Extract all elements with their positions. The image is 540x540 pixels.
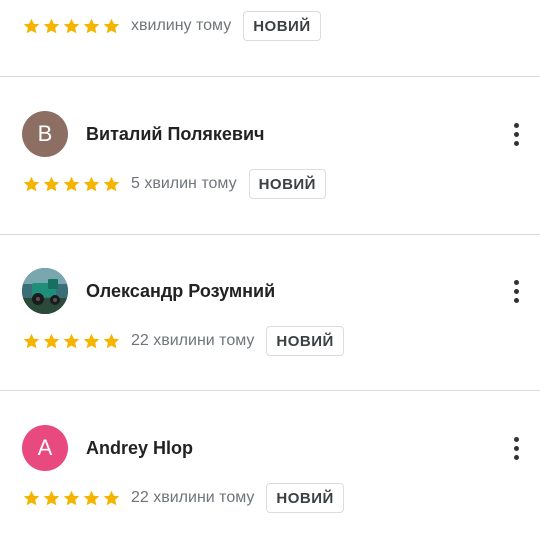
review-time: 22 хвилини тому [131,332,255,349]
divider [0,390,540,391]
star-icon [103,490,120,505]
review-time: хвилину тому [131,17,232,34]
review-author[interactable]: A Andrey Hlop [22,425,193,471]
star-icon [83,18,100,33]
star-icon [23,333,40,348]
more-vert-dot [513,454,519,460]
star-icon [43,176,60,191]
more-options-button[interactable] [508,119,524,149]
star-icon [103,333,120,348]
star-icon [23,18,40,33]
star-icon [83,176,100,191]
review-author[interactable]: Олександр Розумний [22,268,275,314]
reviews-list: хвилину тому НОВИЙ В Виталий Полякевич 5… [0,0,540,540]
star-icon [103,176,120,191]
star-icon [43,490,60,505]
star-icon [63,176,80,191]
avatar[interactable]: A [22,425,68,471]
star-icon [63,333,80,348]
star-icon [103,18,120,33]
avatar-letter: В [37,121,53,146]
star-icon [43,18,60,33]
more-vert-dot [513,297,519,303]
new-badge: НОВИЙ [266,326,344,356]
author-name[interactable]: Andrey Hlop [86,438,193,459]
new-badge: НОВИЙ [248,169,326,199]
avatar[interactable]: В [22,111,68,157]
more-vert-dot [513,445,519,451]
more-vert-dot [513,288,519,294]
new-badge: НОВИЙ [266,483,344,513]
new-badge: НОВИЙ [243,11,321,41]
star-icon [23,176,40,191]
star-icon [63,18,80,33]
more-options-button[interactable] [508,276,524,306]
divider [0,234,540,235]
star-icon [63,490,80,505]
review-meta: хвилину тому НОВИЙ [22,10,321,42]
more-vert-icon [513,279,519,285]
author-name[interactable]: Виталий Полякевич [86,124,264,145]
star-icon [43,333,60,348]
review-author[interactable]: В Виталий Полякевич [22,111,264,157]
avatar-photo [22,268,68,314]
divider [0,76,540,77]
star-icon [83,333,100,348]
author-name[interactable]: Олександр Розумний [86,281,275,302]
more-options-button[interactable] [508,433,524,463]
star-rating [22,175,121,194]
review-time: 5 хвилин тому [131,175,237,192]
more-vert-icon [513,436,519,442]
photo-avatar-icon[interactable] [22,268,68,314]
more-vert-dot [513,140,519,146]
star-rating [22,489,121,508]
review-meta: 22 хвилини тому НОВИЙ [22,482,344,514]
review-meta: 22 хвилини тому НОВИЙ [22,325,344,357]
star-icon [23,490,40,505]
avatar-letter: A [37,435,53,460]
more-vert-dot [513,131,519,137]
more-vert-icon [513,122,519,128]
review-meta: 5 хвилин тому НОВИЙ [22,168,326,200]
star-rating [22,332,121,351]
star-icon [83,490,100,505]
star-rating [22,17,121,36]
review-time: 22 хвилини тому [131,489,255,506]
